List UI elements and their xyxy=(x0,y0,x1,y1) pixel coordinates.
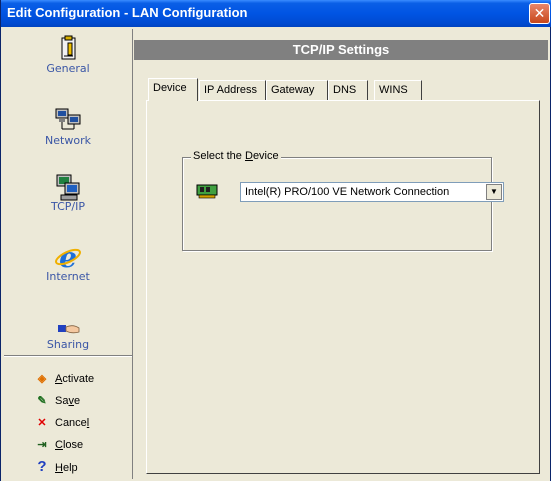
select-device-label: Select the Device xyxy=(191,150,281,162)
select-device-group: Select the Device Intel(R) PRO/100 VE Ne… xyxy=(182,150,504,251)
tab-wins[interactable]: WINS xyxy=(374,80,422,100)
tab-dns[interactable]: DNS xyxy=(328,80,368,100)
sidebar-item-internet[interactable]: e Internet xyxy=(4,241,132,283)
cancel-x-icon: ✕ xyxy=(37,417,47,429)
sidebar-item-general[interactable]: General xyxy=(4,35,132,75)
close-button[interactable]: ⇥ Close xyxy=(34,436,83,454)
tab-device[interactable]: Device xyxy=(148,78,198,101)
selected-device-value: Intel(R) PRO/100 VE Network Connection xyxy=(245,186,450,198)
help-question-icon: ? xyxy=(37,458,47,475)
network-computers-icon xyxy=(53,107,83,133)
tab-gateway[interactable]: Gateway xyxy=(266,80,328,100)
sidebar-divider xyxy=(4,355,132,357)
sidebar-item-label: Sharing xyxy=(46,338,90,351)
save-icon: ✎ xyxy=(37,395,47,407)
tcpip-computer-icon xyxy=(53,173,83,201)
internet-explorer-icon: e xyxy=(53,241,83,274)
tcpip-settings-panel: Device IP Address Gateway DNS WINS Selec… xyxy=(134,60,548,481)
sidebar-item-network[interactable]: Network xyxy=(4,107,132,147)
activate-button[interactable]: ◈ Activate xyxy=(34,370,94,388)
save-button[interactable]: ✎ Save xyxy=(34,392,80,410)
sidebar-item-label: Network xyxy=(45,134,91,147)
device-select-dropdown[interactable]: Intel(R) PRO/100 VE Network Connection ▼ xyxy=(240,182,504,202)
sharing-hand-icon xyxy=(53,319,83,337)
window-title: Edit Configuration - LAN Configuration xyxy=(7,5,248,20)
activate-diamond-icon: ◈ xyxy=(37,373,47,385)
sidebar-item-tcpip[interactable]: TCP/IP xyxy=(4,173,132,213)
sidebar-item-label: General xyxy=(46,62,90,75)
close-window-button[interactable]: ✕ xyxy=(529,3,550,24)
title-bar[interactable]: Edit Configuration - LAN Configuration ✕ xyxy=(1,0,551,27)
cancel-button[interactable]: ✕ Cancel xyxy=(34,414,89,432)
close-door-icon: ⇥ xyxy=(37,439,47,451)
chevron-down-icon[interactable]: ▼ xyxy=(486,184,502,200)
svg-text:e: e xyxy=(59,243,77,271)
sidebar-item-label: Internet xyxy=(46,270,90,283)
sidebar-item-sharing[interactable]: Sharing xyxy=(4,319,132,351)
device-tab-panel: Select the Device Intel(R) PRO/100 VE Ne… xyxy=(146,100,540,474)
edit-configuration-window: Edit Configuration - LAN Configuration ✕… xyxy=(0,0,551,481)
clipboard-icon xyxy=(53,35,83,61)
page-title: TCP/IP Settings xyxy=(134,40,548,60)
network-card-icon xyxy=(196,183,218,199)
help-button[interactable]: ? Help xyxy=(34,458,77,476)
tab-ip-address[interactable]: IP Address xyxy=(199,80,266,100)
sidebar: General Network TCP/IP e Internet Sharin… xyxy=(4,29,133,479)
